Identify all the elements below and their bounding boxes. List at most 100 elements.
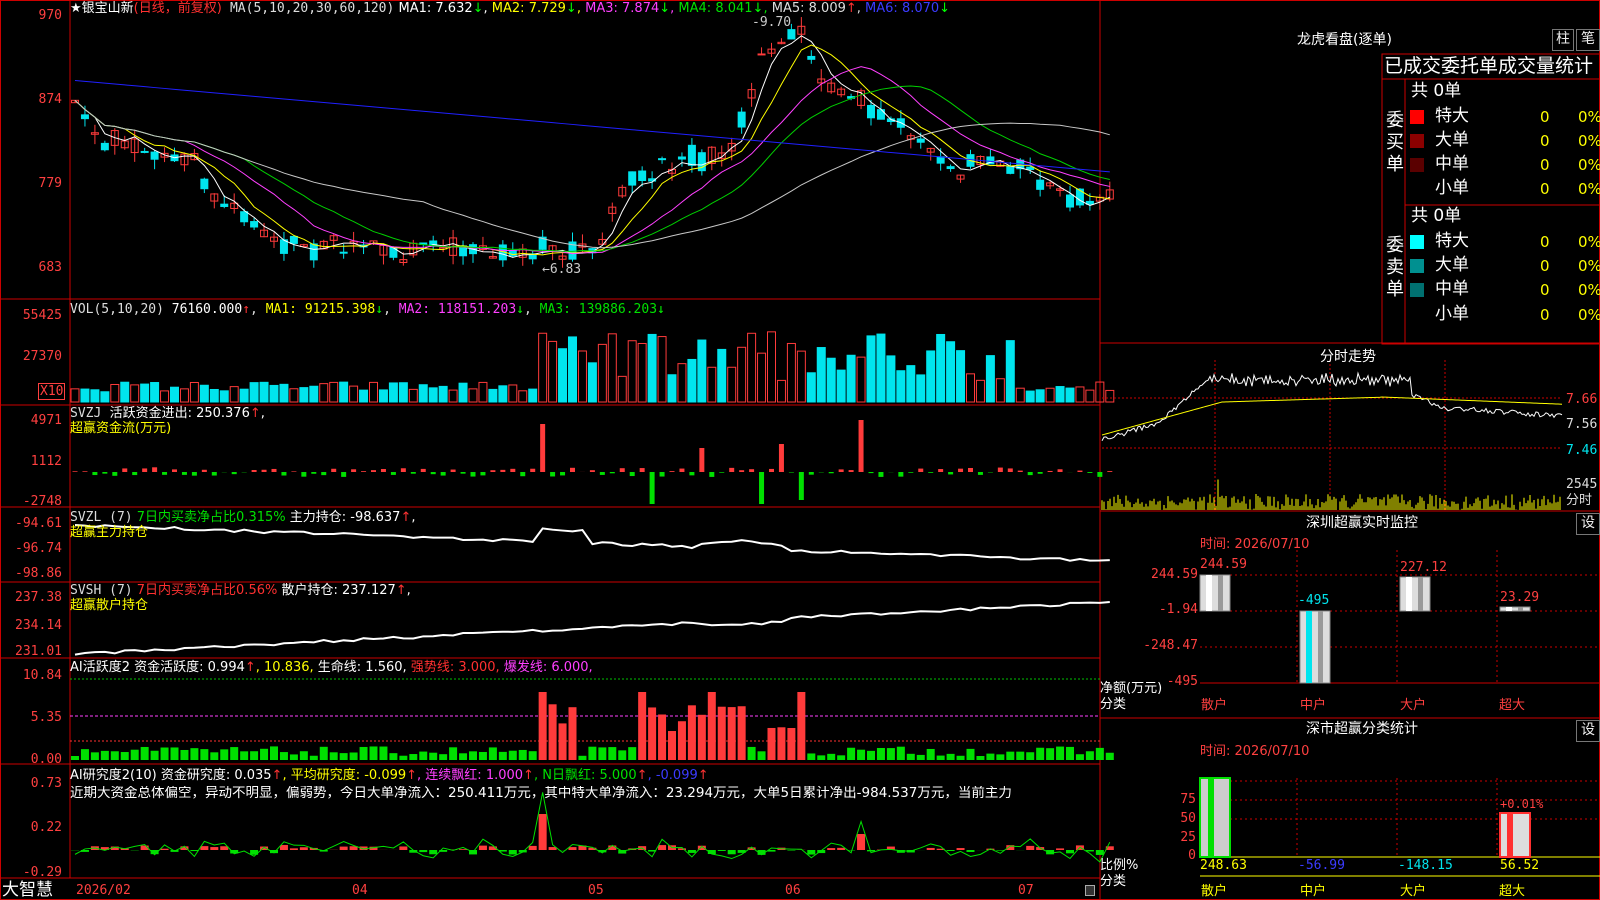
- research-bar: [528, 845, 537, 850]
- activity-bar: [817, 755, 826, 760]
- lhb-tabs: 已成交 委托单 成交量统计: [1384, 54, 1600, 78]
- buy-row-count: 0: [1540, 108, 1550, 126]
- money-flow-bar: [500, 469, 506, 472]
- money-flow-bar: [510, 468, 516, 472]
- main-position-line: [74, 524, 1110, 562]
- volume-bar: [408, 388, 418, 403]
- volume-bar: [587, 362, 597, 403]
- money-flow-bar: [709, 472, 715, 477]
- cls-y-tick: 75: [1180, 792, 1196, 807]
- bar-mode-button[interactable]: 柱: [1552, 29, 1574, 51]
- activity-bar: [469, 751, 477, 760]
- mon-y-tick: 244.59: [1151, 567, 1198, 582]
- volume-bar: [577, 350, 587, 403]
- activity-bar: [608, 747, 617, 760]
- activity-bar: [767, 727, 776, 760]
- candle: [677, 156, 686, 160]
- tab-traded[interactable]: 已成交: [1384, 56, 1441, 76]
- cls-cat: 大户: [1400, 884, 1427, 899]
- candle: [787, 29, 796, 40]
- ai2-y-tick: -0.29: [22, 865, 62, 880]
- high-price-mark: -9.70: [752, 15, 792, 30]
- cls-bar-xl-stripe: [1507, 813, 1513, 857]
- svzl-y-tick: -96.74: [15, 541, 62, 556]
- volume-bar: [1055, 386, 1065, 403]
- candle: [220, 203, 229, 207]
- ai-y-tick: 10.84: [22, 668, 62, 683]
- research-bar: [279, 845, 288, 850]
- tab-volume-stats[interactable]: 成交量统计: [1498, 56, 1593, 76]
- sell-row-pct: 0%: [1578, 257, 1600, 275]
- ai2-summary: 近期大资金总体偏空，异动不明显，偏弱势，今日大单净流入：250.411万元，其中…: [70, 786, 1012, 801]
- scroll-lock-icon[interactable]: [1085, 885, 1095, 896]
- tick-mode-button[interactable]: 笔: [1576, 29, 1600, 51]
- cls-pct-label: +0.01%: [1500, 797, 1544, 811]
- ma1-line: [74, 35, 1111, 258]
- research-bar: [996, 850, 1005, 851]
- monitor-cat-label: 分类: [1100, 697, 1127, 712]
- money-flow-bar: [1077, 470, 1083, 472]
- volume-bar: [199, 384, 209, 403]
- volume-bar: [856, 356, 866, 403]
- research-bar: [1056, 848, 1065, 850]
- activity-bar: [548, 704, 557, 760]
- activity-bar: [508, 750, 517, 760]
- tab-orders[interactable]: 委托单: [1441, 56, 1498, 76]
- activity-bar: [677, 721, 686, 760]
- buy-row-label: 中单: [1435, 154, 1469, 174]
- volume-bar: [518, 390, 528, 403]
- volume-bar: [508, 384, 518, 403]
- volume-bar: [438, 385, 448, 403]
- volume-bar: [796, 350, 806, 403]
- vol-unit-badge: X10: [38, 383, 66, 400]
- star-icon[interactable]: ★: [70, 1, 82, 16]
- chart-canvas[interactable]: [0, 0, 1600, 900]
- money-flow-bar: [321, 472, 327, 476]
- monitor-title: 深圳超赢实时监控: [1306, 515, 1418, 531]
- research-bar: [658, 845, 667, 850]
- volume-bar: [160, 390, 170, 403]
- volume-bar: [458, 382, 468, 403]
- ma3-label: MA3: 7.874↓,: [585, 1, 675, 16]
- sell-total: 共 0单: [1411, 206, 1462, 226]
- sell-row-pct: 0%: [1578, 233, 1600, 251]
- activity-bar: [409, 754, 418, 760]
- volume-bar: [369, 381, 378, 403]
- money-flow-bar: [958, 468, 964, 472]
- sell-xl-swatch: [1410, 235, 1424, 249]
- money-flow-bar: [908, 472, 914, 473]
- monitor-settings-button[interactable]: 设: [1576, 513, 1600, 535]
- money-flow-bar: [430, 472, 436, 475]
- activity-bar: [588, 746, 597, 760]
- research-bar: [1095, 850, 1104, 855]
- money-flow-bar: [649, 472, 655, 504]
- research-bar: [956, 848, 965, 850]
- cls-cat: 中户: [1300, 884, 1327, 899]
- activity-bar: [140, 746, 149, 760]
- buy-row-label: 大单: [1435, 130, 1469, 150]
- ma-title: MA(5,10,20,30,60,120): [229, 1, 395, 16]
- candle: [80, 114, 89, 120]
- cls-y-tick: 50: [1180, 811, 1196, 826]
- monitor-time: 时间: 2026/07/10: [1200, 537, 1310, 552]
- sell-row-label: 中单: [1435, 279, 1469, 299]
- classify-cat-label: 分类: [1100, 874, 1127, 889]
- activity-bar: [697, 714, 706, 760]
- money-flow-bar: [570, 467, 575, 472]
- activity-bar: [737, 706, 746, 760]
- activity-bar: [916, 754, 925, 760]
- volume-bar: [558, 348, 568, 403]
- classify-settings-button[interactable]: 设: [1576, 720, 1600, 742]
- ma5-line: [74, 99, 1110, 249]
- money-flow-bar: [410, 472, 416, 474]
- volume-bar: [329, 381, 339, 403]
- activity-bar: [1036, 747, 1045, 760]
- money-flow-bar: [72, 471, 78, 472]
- activity-bar: [867, 750, 875, 760]
- ai-y-tick: 5.35: [30, 710, 62, 725]
- volume-bar: [418, 384, 428, 403]
- activity-bar: [459, 753, 468, 760]
- buy-row-pct: 0%: [1578, 132, 1600, 150]
- activity-bar: [449, 747, 458, 760]
- money-flow-bar: [1037, 472, 1043, 474]
